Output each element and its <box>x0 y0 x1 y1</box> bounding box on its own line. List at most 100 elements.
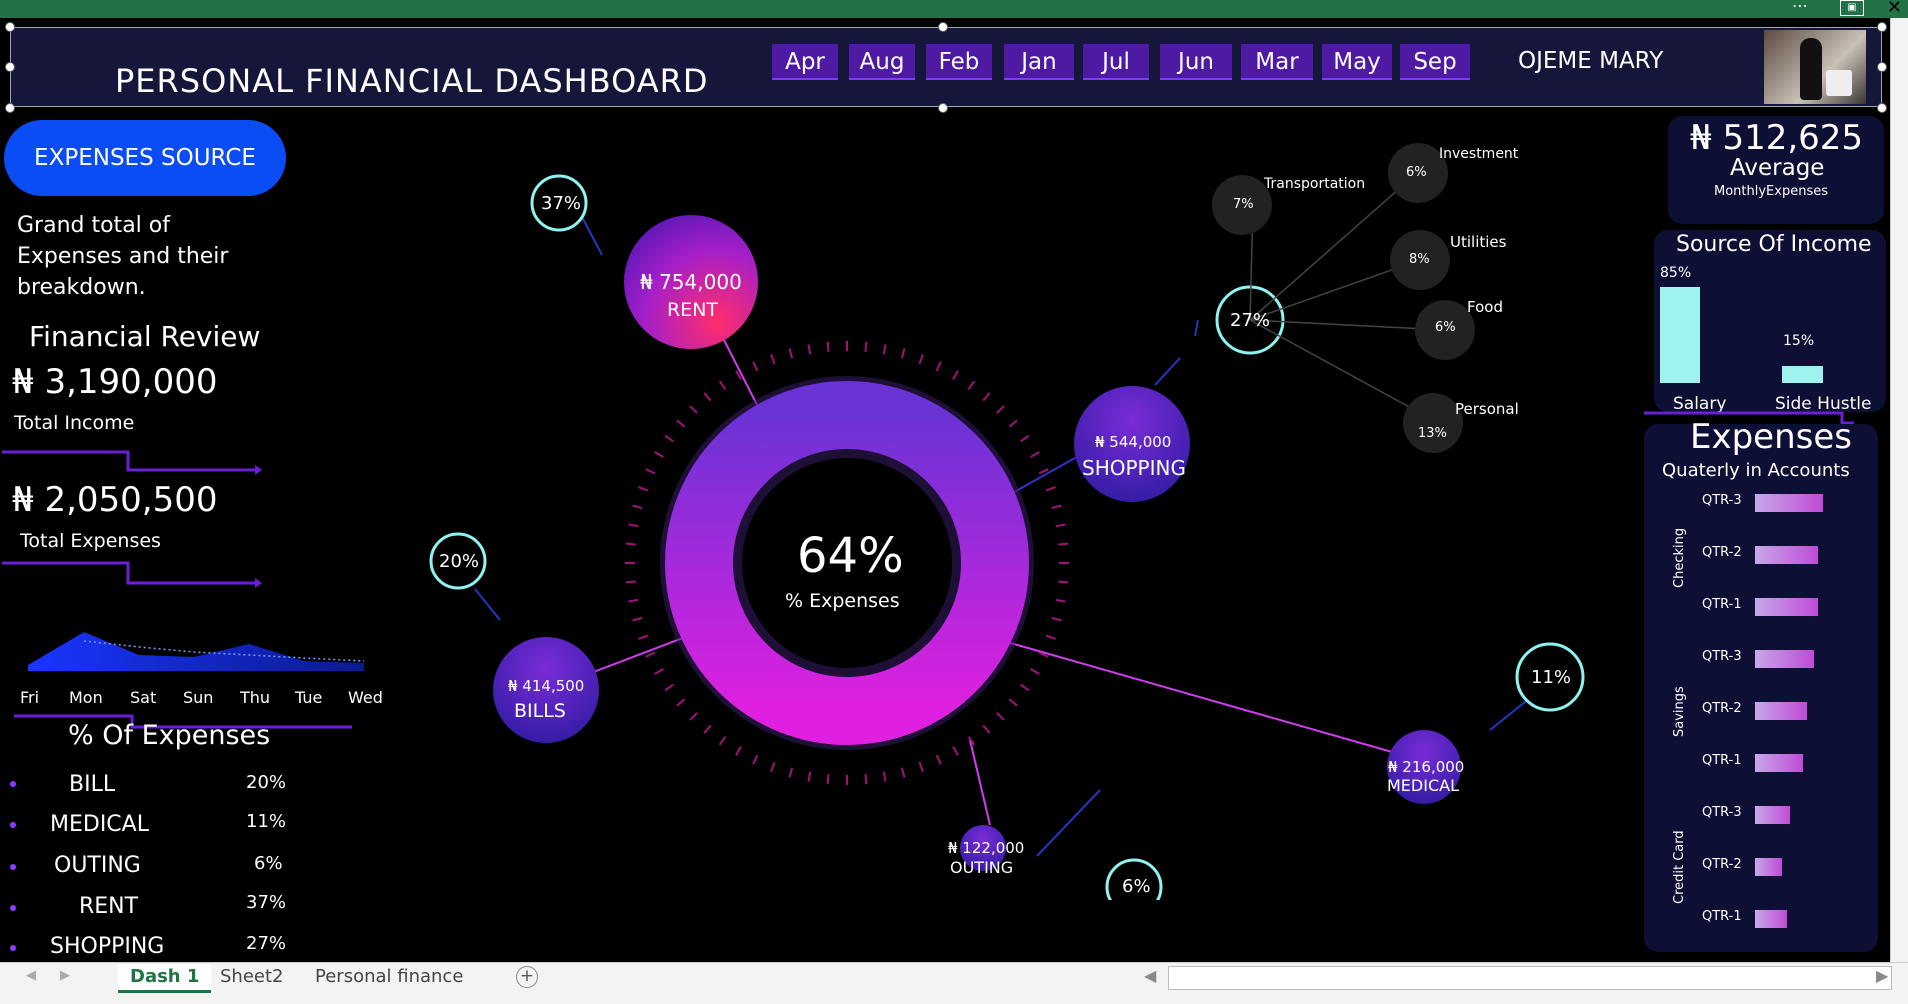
tick-mark <box>628 598 639 603</box>
sub-label: Food <box>1467 298 1503 316</box>
month-slicer-may[interactable]: May <box>1322 44 1392 80</box>
tick-mark <box>1030 668 1040 675</box>
pct-circle-text: 27% <box>1230 310 1271 331</box>
quarter-label: QTR-3 <box>1702 493 1742 508</box>
divider-line <box>2 561 255 585</box>
sub-label: Transportation <box>1264 176 1366 192</box>
rent-label: RENT <box>667 299 719 321</box>
month-slicer-apr[interactable]: Apr <box>772 44 838 80</box>
resize-handle[interactable] <box>1877 22 1887 32</box>
sub-pct: 13% <box>1418 426 1447 441</box>
month-slicer-aug[interactable]: Aug <box>849 44 915 80</box>
divider-line <box>2 450 255 472</box>
tick-mark <box>788 348 794 359</box>
month-slicer-sep[interactable]: Sep <box>1400 44 1470 80</box>
income-pct: 15% <box>1783 333 1815 349</box>
person-figure <box>1800 38 1822 100</box>
tick-mark <box>996 405 1005 414</box>
quarter-bar <box>1755 546 1818 564</box>
vertical-scrollbar[interactable] <box>1890 18 1908 962</box>
resize-handle[interactable] <box>5 22 15 32</box>
connector-line <box>474 588 501 621</box>
resize-handle[interactable] <box>938 22 948 32</box>
tick-mark <box>826 341 830 352</box>
next-sheet-icon[interactable]: ▶ <box>60 968 70 983</box>
month-slicer-jul[interactable]: Jul <box>1083 44 1149 80</box>
connector-line <box>1154 357 1181 386</box>
connector-line <box>969 739 991 826</box>
tick-mark <box>1008 419 1018 428</box>
tick-mark <box>935 361 942 372</box>
excel-title-bar: ⋯ ▣ ✕ <box>0 0 1908 18</box>
shopping-label: SHOPPING <box>1082 456 1186 480</box>
resize-handle[interactable] <box>1877 103 1887 113</box>
resize-handle[interactable] <box>1877 62 1887 72</box>
scroll-left-icon[interactable]: ◀ <box>1144 966 1156 985</box>
month-slicer-jun[interactable]: Jun <box>1160 44 1232 80</box>
month-slicer-feb[interactable]: Feb <box>926 44 992 80</box>
month-slicer-mar[interactable]: Mar <box>1241 44 1313 80</box>
tick-mark <box>664 683 674 692</box>
expenses-source-button[interactable]: EXPENSES SOURCE <box>4 120 286 196</box>
quarter-label: QTR-3 <box>1702 805 1742 820</box>
tick-mark <box>689 712 698 721</box>
more-icon[interactable]: ⋯ <box>1792 0 1810 15</box>
day-label: Sat <box>130 688 157 707</box>
horizontal-scrollbar[interactable] <box>1168 966 1892 990</box>
average-label: Average <box>1730 155 1825 181</box>
sub-pct: 6% <box>1406 165 1427 180</box>
tick-mark <box>1058 580 1069 584</box>
tick-mark <box>1051 504 1062 510</box>
tab-personal-finance[interactable]: Personal finance <box>315 964 463 990</box>
resize-handle[interactable] <box>938 103 948 113</box>
financial-review-heading: Financial Review <box>29 320 261 353</box>
tick-mark <box>718 380 727 390</box>
scroll-right-icon[interactable]: ▶ <box>1876 966 1888 985</box>
quarter-bar <box>1755 910 1787 928</box>
add-sheet-icon[interactable]: + <box>516 966 538 988</box>
close-icon[interactable]: ✕ <box>1887 0 1902 18</box>
tick-mark <box>654 668 664 675</box>
quarter-bar <box>1755 494 1823 512</box>
avatar <box>1764 30 1866 104</box>
quarterly-expenses-title: Expenses <box>1690 417 1852 457</box>
quarter-bar <box>1755 702 1807 720</box>
tick-mark <box>1030 451 1040 458</box>
quarter-bar <box>1755 754 1803 772</box>
resize-handle[interactable] <box>5 62 15 72</box>
month-slicer-jan[interactable]: Jan <box>1004 44 1074 80</box>
tick-mark <box>718 736 727 746</box>
salary-bar <box>1660 287 1700 383</box>
tick-mark <box>1058 542 1069 546</box>
medical-label: MEDICAL <box>1387 776 1459 795</box>
shopping-amount: ₦ 544,000 <box>1095 433 1172 451</box>
account-label: Savings <box>1672 686 1687 737</box>
day-label: Mon <box>69 688 103 707</box>
daily-expense-area-chart <box>28 632 365 671</box>
tick-mark <box>689 405 698 414</box>
connector-line <box>1036 789 1101 857</box>
pct-row-value: 37% <box>246 892 287 913</box>
day-label: Fri <box>20 688 40 707</box>
restore-icon[interactable]: ▣ <box>1840 0 1864 16</box>
tick-mark <box>982 724 991 734</box>
quarter-label: QTR-2 <box>1702 857 1742 872</box>
quarter-label: QTR-1 <box>1702 909 1742 924</box>
medical-amount: ₦ 216,000 <box>1388 758 1465 776</box>
quarter-bar <box>1755 806 1790 824</box>
tick-mark <box>1051 616 1062 622</box>
pct-expenses-title: % Of Expenses <box>68 720 271 751</box>
tab-dash-1[interactable]: Dash 1 <box>118 964 212 993</box>
tab-sheet2[interactable]: Sheet2 <box>220 964 284 990</box>
pct-circle-text: 11% <box>1531 667 1572 688</box>
day-label: Sun <box>183 688 214 707</box>
resize-handle[interactable] <box>5 103 15 113</box>
tick-mark <box>788 767 794 778</box>
prev-sheet-icon[interactable]: ◀ <box>26 968 36 983</box>
donut-label: % Expenses <box>785 590 900 612</box>
outing-label: OUTING <box>950 858 1014 877</box>
tick-mark <box>1045 634 1056 640</box>
list-bullet <box>10 945 16 951</box>
tick-mark <box>826 774 830 785</box>
tick-mark <box>996 712 1005 721</box>
